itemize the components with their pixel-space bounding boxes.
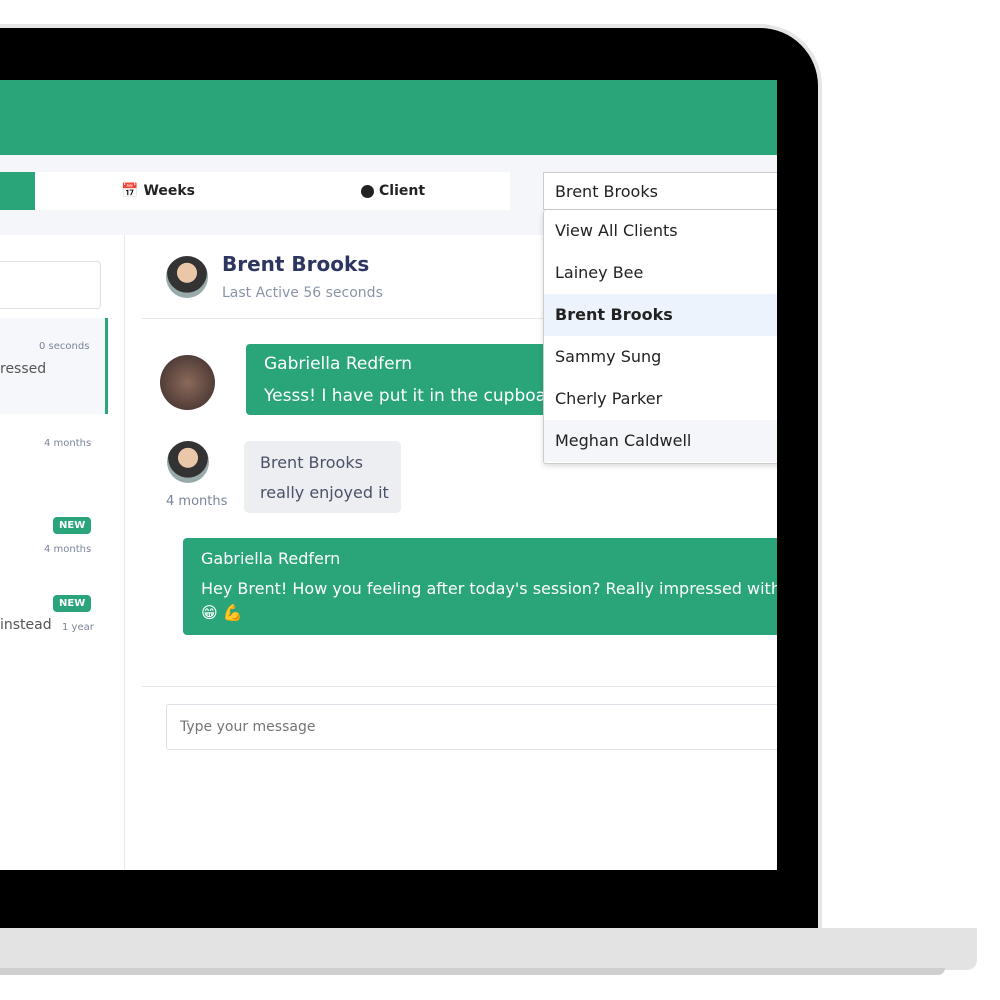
trainer-avatar — [160, 355, 215, 410]
contact-avatar — [166, 256, 208, 298]
app-screen: 📅 Weeks Client 0 seconds ressed 4 months … — [0, 80, 777, 870]
client-option[interactable]: View All Clients — [544, 210, 777, 252]
tab-bar — [0, 172, 510, 210]
client-select[interactable]: Brent Brooks — [543, 172, 777, 210]
client-option[interactable]: Meghan Caldwell — [544, 420, 777, 462]
tab-active[interactable] — [0, 172, 35, 210]
message-input[interactable] — [166, 704, 777, 750]
item-time: 1 year — [62, 622, 94, 633]
message-bubble: Gabriella Redfern Hey Brent! How you fee… — [183, 538, 777, 635]
message-text: Yesss! I have put it in the cupboar — [264, 386, 554, 406]
client-dropdown: View All Clients Lainey Bee Brent Brooks… — [543, 210, 777, 464]
message-sender: Gabriella Redfern — [201, 549, 341, 568]
search-input[interactable] — [0, 261, 101, 309]
top-header — [0, 80, 777, 155]
laptop-base-shadow — [0, 968, 945, 975]
item-preview: instead — [0, 617, 52, 633]
message-text: really enjoyed it — [260, 483, 389, 502]
item-time: 0 seconds — [39, 341, 90, 352]
laptop-base — [0, 928, 977, 970]
message-bubble: Brent Brooks really enjoyed it — [244, 441, 401, 513]
client-option[interactable]: Sammy Sung — [544, 336, 777, 378]
client-avatar — [167, 441, 209, 483]
user-circle-icon — [361, 184, 374, 198]
item-preview: ressed — [0, 361, 47, 377]
message-time: 4 months — [166, 494, 228, 509]
new-badge: NEW — [53, 517, 92, 534]
client-option[interactable]: Lainey Bee — [544, 252, 777, 294]
message-text: Hey Brent! How you feeling after today's… — [201, 579, 777, 598]
message-emoji: 😁 💪 — [201, 603, 243, 622]
item-time[interactable]: 4 months — [44, 438, 91, 449]
new-badge: NEW — [53, 595, 92, 612]
client-option-selected[interactable]: Brent Brooks — [544, 294, 777, 336]
divider — [142, 686, 777, 687]
tab-weeks[interactable]: 📅 Weeks — [121, 172, 195, 210]
contact-name: Brent Brooks — [222, 252, 370, 276]
last-active: Last Active 56 seconds — [222, 285, 383, 301]
calendar-icon: 📅 — [121, 183, 139, 199]
item-time: 4 months — [44, 544, 92, 555]
message-sender: Gabriella Redfern — [264, 354, 413, 374]
tab-client[interactable]: Client — [361, 172, 425, 210]
client-option[interactable]: Cherly Parker — [544, 378, 777, 420]
message-sender: Brent Brooks — [260, 453, 363, 472]
